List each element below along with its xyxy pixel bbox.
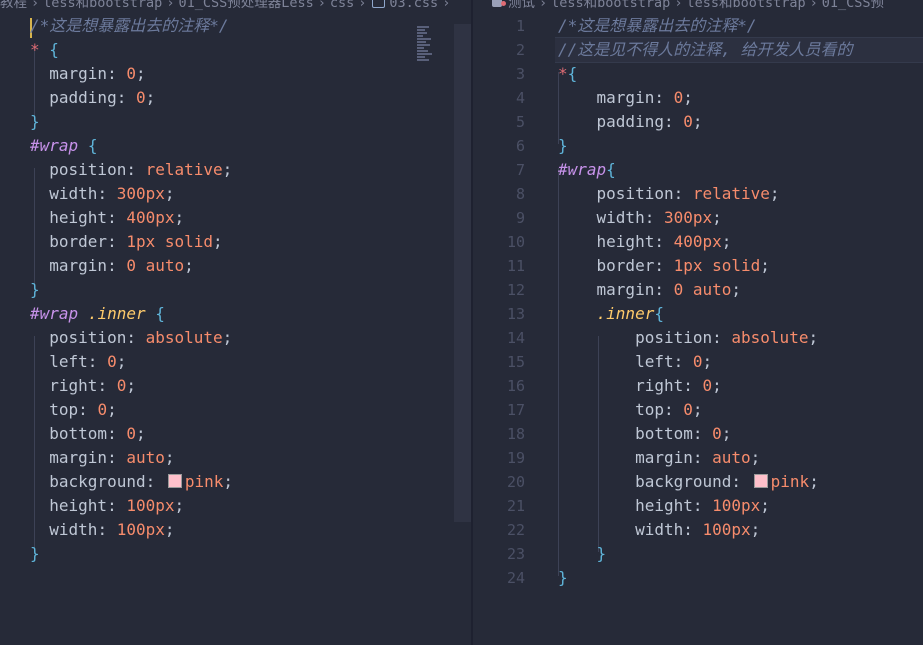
code-line: 23 } [506, 544, 607, 563]
breadcrumb-right: 测试 › less和bootstrap › less和bootstrap › 01_CSS预 [492, 0, 923, 11]
code-line: 2//这是见不得人的注释, 给开发人员看的 [515, 40, 853, 59]
code-line: 18 bottom: 0; [506, 424, 732, 443]
code-line: right: 0; [49, 376, 136, 395]
css-file-icon [372, 0, 386, 8]
code-line: * { [30, 40, 59, 59]
code-line: 22 width: 100px; [506, 520, 761, 539]
code-line: 6} [515, 136, 568, 155]
breadcrumb-item[interactable]: 教程 [0, 0, 27, 11]
code-line: position: relative; [49, 160, 233, 179]
code-line: 17 top: 0; [506, 400, 703, 419]
right-editor-pane[interactable]: 1/*这是想暴露出去的注释*/ 2//这是见不得人的注释, 给开发人员看的 3 *… [473, 12, 923, 645]
code-line: 8 position: relative; [515, 184, 780, 203]
color-swatch[interactable] [753, 474, 768, 488]
code-line: 13 .inner{ [506, 304, 664, 323]
minimap[interactable] [417, 26, 437, 72]
breadcrumb-item[interactable]: css [330, 0, 354, 11]
code-line: 4 margin: 0; [515, 88, 693, 107]
code-line: 21 height: 100px; [506, 496, 770, 515]
preview-icon [492, 0, 506, 7]
code-line: 12 margin: 0 auto; [506, 280, 742, 299]
color-swatch[interactable] [167, 474, 182, 488]
code-line: 20 background: pink; [506, 472, 819, 491]
code-line: 24} [506, 568, 568, 587]
code-line: 19 margin: auto; [506, 448, 761, 467]
code-line: #wrap .inner { [30, 304, 165, 323]
code-line: #wrap { [30, 136, 98, 155]
breadcrumb-item[interactable]: 测试 [508, 0, 535, 11]
code-line: 11 border: 1px solid; [506, 256, 770, 275]
breadcrumb-item[interactable]: less和bootstrap [686, 0, 805, 11]
code-line: margin: 0 auto; [49, 256, 194, 275]
code-line: border: 1px solid; [49, 232, 223, 251]
code-line: 3 *{ [515, 64, 578, 83]
code-line: /*这是想暴露出去的注释*/ [30, 16, 229, 35]
code-line: top: 0; [49, 400, 117, 419]
code-line: } [30, 544, 40, 563]
code-line: 14 position: absolute; [506, 328, 819, 347]
code-line: left: 0; [49, 352, 127, 371]
code-line: background: pink; [49, 472, 234, 491]
code-line: 9 width: 300px; [515, 208, 722, 227]
breadcrumb-item[interactable]: 03.css [389, 0, 438, 11]
code-line: } [30, 280, 40, 299]
code-line: 1/*这是想暴露出去的注释*/ [515, 16, 757, 35]
breadcrumb-item[interactable]: 01_CSS预处理器Less [178, 0, 313, 11]
code-line: margin: 0; [49, 64, 146, 83]
vertical-scrollbar[interactable] [454, 24, 471, 522]
code-line: 5 padding: 0; [515, 112, 703, 131]
code-line: padding: 0; [49, 88, 156, 107]
code-line: bottom: 0; [49, 424, 146, 443]
code-line: height: 100px; [49, 496, 185, 515]
breadcrumb-item[interactable]: less和bootstrap [43, 0, 162, 11]
code-line: } [30, 112, 40, 131]
code-line: width: 100px; [49, 520, 175, 539]
code-line: width: 300px; [49, 184, 175, 203]
breadcrumb-item[interactable]: 01_CSS预 [822, 0, 884, 11]
breadcrumb-left: 教程 › less和bootstrap › 01_CSS预处理器Less › css › 03.… [0, 0, 470, 11]
code-line: margin: auto; [49, 448, 175, 467]
code-line: 15 left: 0; [506, 352, 713, 371]
code-line: 10 height: 400px; [506, 232, 732, 251]
breadcrumb-item[interactable]: less和bootstrap [551, 0, 670, 11]
code-line: 7 #wrap{ [515, 160, 616, 179]
code-line: position: absolute; [49, 328, 233, 347]
editor-window: 教程 › less和bootstrap › 01_CSS预处理器Less › css › 03.… [0, 0, 923, 645]
code-line: height: 400px; [49, 208, 185, 227]
code-line: 16 right: 0; [506, 376, 722, 395]
left-editor-pane[interactable]: /*这是想暴露出去的注释*/ * { margin: 0; padding: 0… [0, 12, 471, 645]
